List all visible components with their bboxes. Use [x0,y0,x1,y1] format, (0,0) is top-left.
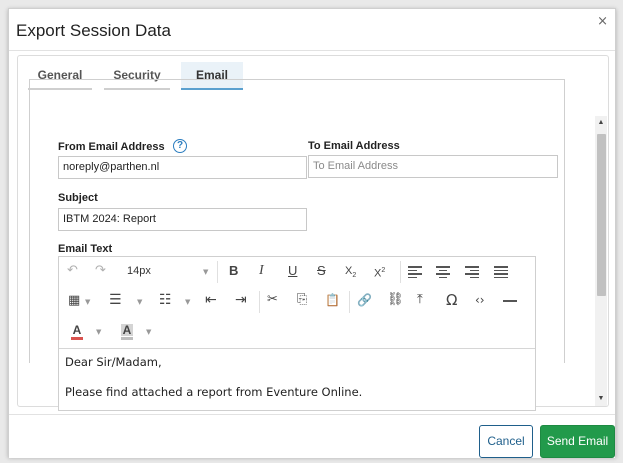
text-color-icon[interactable]: A [71,324,83,336]
send-email-button[interactable]: Send Email [540,425,615,458]
numbered-list-icon[interactable]: ☷ [159,292,172,308]
editor-toolbar: ↶ ↷ 14px ▼ B I U S X2 X2 ▦ ▼ ☰ ▼ ☷ ▼ ⇤ ⇥ [59,257,535,349]
from-email-label: From Email Address [58,141,165,153]
special-character-icon[interactable]: Ω [446,292,457,308]
italic-icon[interactable]: I [259,263,264,279]
toolbar-divider [217,261,218,283]
code-icon[interactable]: ‹› [475,292,485,308]
outdent-icon[interactable]: ⇤ [205,292,217,308]
table-icon[interactable]: ▦ [68,293,80,309]
toolbar-divider [400,261,401,283]
cancel-button[interactable]: Cancel [479,425,533,458]
align-right-icon[interactable] [465,266,479,280]
horizontal-rule-icon[interactable] [503,300,517,302]
subscript-mark: 2 [352,272,357,280]
underline-icon[interactable]: U [288,263,297,279]
chevron-down-icon[interactable]: ▼ [85,298,90,306]
cut-icon[interactable]: ✂ [267,292,278,308]
email-text-label: Email Text [58,243,113,255]
highlight-color-swatch [121,337,133,340]
undo-icon[interactable]: ↶ [67,263,78,279]
subject-input[interactable]: IBTM 2024: Report [58,208,307,231]
indent-icon[interactable]: ⇥ [235,292,247,308]
dialog-header: Export Session Data × [9,9,615,51]
close-icon[interactable]: × [597,14,608,29]
subscript-icon[interactable]: X2 [345,263,356,284]
toolbar-divider [259,291,260,313]
export-dialog: Export Session Data × General Security E… [8,8,616,458]
chevron-down-icon[interactable]: ▼ [203,268,208,276]
to-email-label: To Email Address [308,140,400,152]
scroll-down-icon[interactable]: ▼ [597,394,605,404]
superscript-icon[interactable]: X2 [374,263,385,282]
toolbar-divider [349,291,350,313]
superscript-mark: 2 [381,267,386,274]
align-center-icon[interactable] [436,266,450,280]
bullet-list-icon[interactable]: ☰ [109,292,122,308]
email-body-line: Dear Sir/Madam, [65,355,162,369]
align-left-icon[interactable] [408,266,422,280]
scrollbar-thumb[interactable] [597,134,606,296]
editor-content[interactable]: Dear Sir/Madam, Please find attached a r… [65,355,363,410]
paste-icon[interactable]: 📋 [325,292,340,308]
chevron-down-icon[interactable]: ▼ [137,298,142,306]
chevron-down-icon[interactable]: ▼ [96,328,101,336]
upload-icon[interactable]: ⤒ [417,292,423,308]
chevron-down-icon[interactable]: ▼ [146,328,151,336]
subject-label: Subject [58,192,98,204]
from-email-input[interactable]: noreply@parthen.nl [58,156,307,179]
help-icon[interactable]: ? [173,139,187,153]
redo-icon[interactable]: ↷ [95,263,106,279]
vertical-scrollbar[interactable]: ▲ ▼ [595,116,607,406]
chevron-down-icon[interactable]: ▼ [185,298,190,306]
highlight-color-icon[interactable]: A [121,324,133,336]
font-size-select[interactable]: 14px [127,265,151,277]
strikethrough-icon[interactable]: S [317,263,326,279]
scroll-up-icon[interactable]: ▲ [597,118,605,128]
link-icon[interactable]: 🔗 [357,292,372,308]
align-justify-icon[interactable] [494,266,508,280]
bold-icon[interactable]: B [229,263,238,279]
copy-icon[interactable]: ⎘ [297,292,307,308]
dialog-title: Export Session Data [16,21,171,40]
email-body-line: Please find attached a report from Event… [65,385,363,399]
to-email-input[interactable]: To Email Address [308,155,558,178]
dialog-footer: Cancel Send Email [9,414,615,458]
text-color-swatch [71,337,83,340]
rich-text-editor: ↶ ↷ 14px ▼ B I U S X2 X2 ▦ ▼ ☰ ▼ ☷ ▼ ⇤ ⇥ [58,256,536,411]
unlink-icon[interactable]: ⛓ [387,292,404,308]
